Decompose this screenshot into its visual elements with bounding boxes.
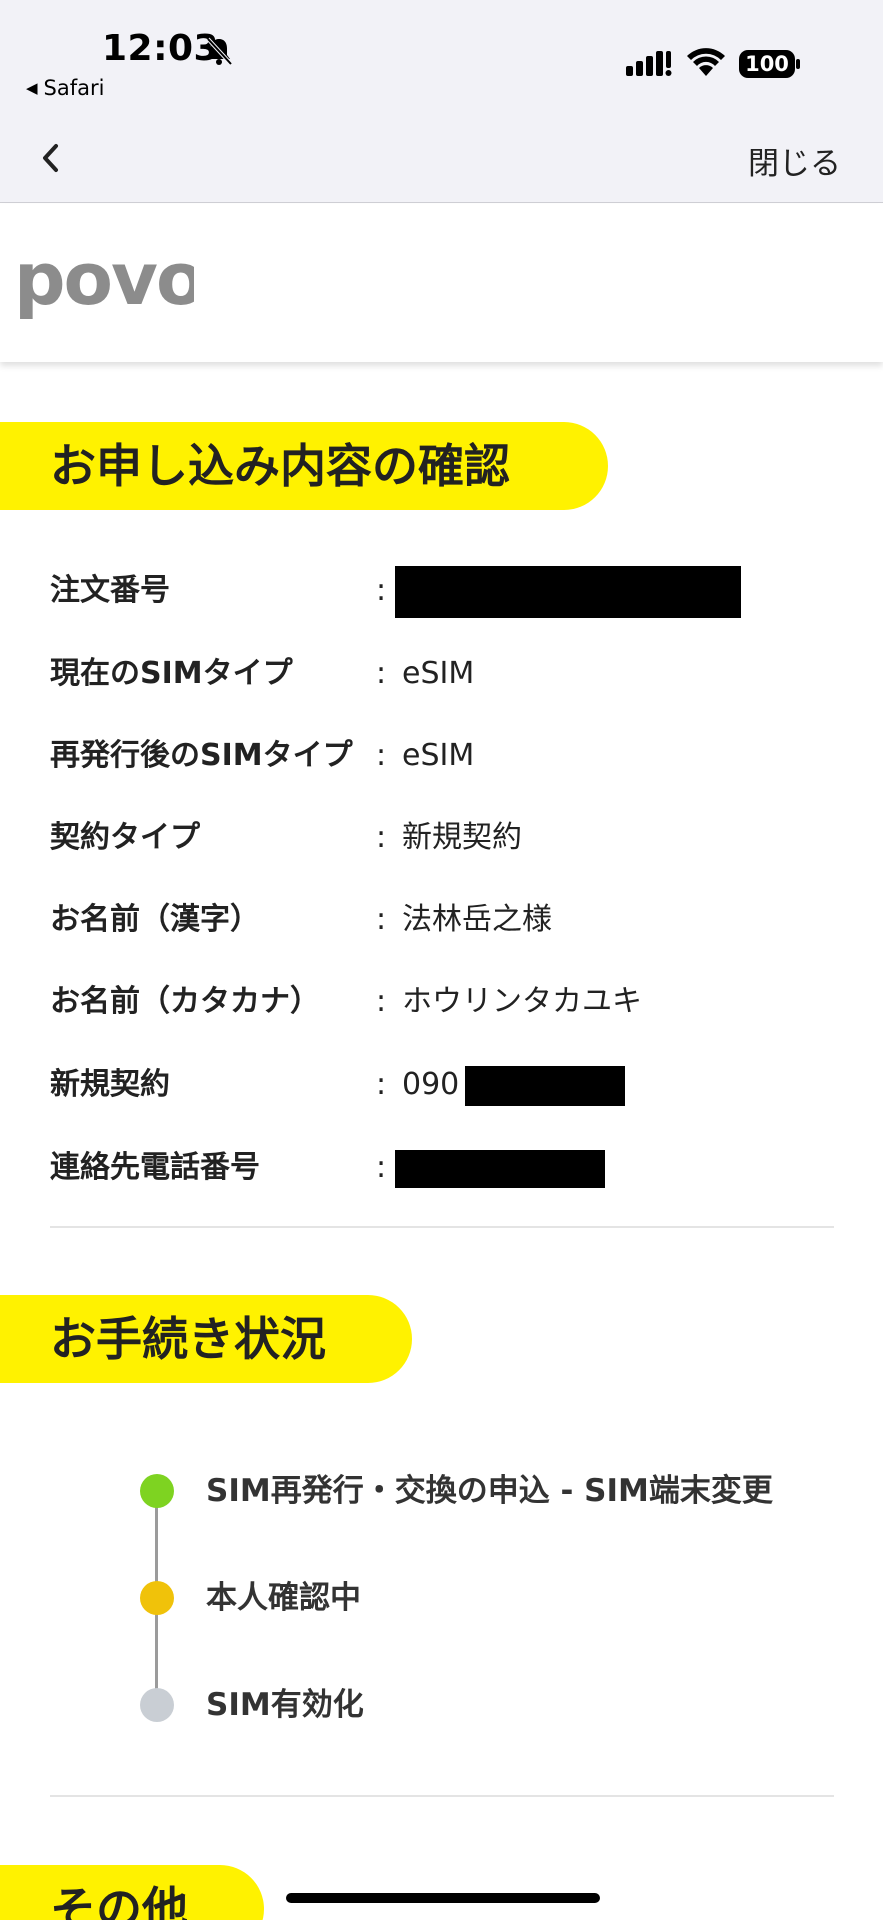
svg-text:povo: povo [14, 246, 194, 321]
row-colon: : [376, 902, 387, 937]
row-colon: : [376, 656, 387, 691]
row-colon: : [376, 984, 387, 1019]
redacted-block [395, 566, 741, 618]
info-row-name-katakana: お名前（カタカナ） : ホウリンタカユキ [50, 977, 850, 1027]
redacted-block [395, 1150, 605, 1188]
wifi-icon [687, 48, 725, 76]
browser-top-bar: 12:03 ◀ Safari 100 閉じる [0, 0, 883, 203]
close-button[interactable]: 閉じる [748, 138, 841, 183]
back-app-label: Safari [43, 76, 105, 100]
row-value: eSIM [402, 738, 475, 773]
row-value: ホウリンタカユキ [402, 984, 642, 1019]
row-label: 契約タイプ [50, 820, 200, 855]
redacted-block [465, 1066, 625, 1106]
row-label: 新規契約 [50, 1067, 170, 1102]
row-value: eSIM [402, 656, 475, 691]
cellular-signal-icon [626, 51, 672, 76]
povo-logo[interactable]: povo [14, 246, 194, 326]
row-label: 再発行後のSIMタイプ [50, 738, 353, 773]
row-value: 090 [402, 1067, 460, 1102]
step-label-identity-check: 本人確認中 [206, 1580, 361, 1616]
info-row-contract-type: 契約タイプ : 新規契約 [50, 813, 850, 863]
other-section-title: その他 [0, 1865, 264, 1920]
battery-indicator: 100 [739, 48, 801, 80]
step-pending-dot [140, 1688, 174, 1722]
row-colon: : [376, 1067, 387, 1102]
section-divider [50, 1795, 834, 1797]
silent-mode-icon [206, 37, 233, 66]
row-value: 法林岳之様 [402, 902, 552, 937]
info-row-order-number: 注文番号 : [50, 566, 850, 618]
site-header: povo [0, 204, 883, 362]
battery-level: 100 [745, 52, 789, 76]
step-label-application: SIM再発行・交換の申込 - SIM端末変更 [206, 1473, 773, 1509]
back-triangle-icon: ◀ [26, 79, 38, 97]
info-row-contact-phone: 連絡先電話番号 : [50, 1143, 850, 1193]
info-row-new-number: 新規契約 : 090 [50, 1060, 850, 1110]
info-row-current-sim-type: 現在のSIMタイプ : eSIM [50, 649, 850, 699]
row-label: 現在のSIMタイプ [50, 656, 293, 691]
row-label: 連絡先電話番号 [50, 1150, 260, 1185]
row-colon: : [376, 1150, 387, 1185]
row-colon: : [376, 738, 387, 773]
step-current-dot [140, 1581, 174, 1615]
confirm-section-title: お申し込み内容の確認 [0, 422, 608, 510]
step-done-dot [140, 1474, 174, 1508]
row-label: 注文番号 [50, 573, 170, 608]
section-divider [50, 1226, 834, 1228]
info-row-name-kanji: お名前（漢字） : 法林岳之様 [50, 895, 850, 945]
status-section-title: お手続き状況 [0, 1295, 412, 1383]
back-to-app-link[interactable]: ◀ Safari [26, 76, 104, 100]
status-time: 12:03 [102, 28, 220, 69]
row-label: お名前（カタカナ） [50, 984, 320, 1019]
row-colon: : [376, 573, 387, 608]
info-row-new-sim-type: 再発行後のSIMタイプ : eSIM [50, 731, 850, 781]
home-indicator[interactable] [286, 1893, 600, 1903]
row-colon: : [376, 820, 387, 855]
back-chevron-icon[interactable] [36, 140, 66, 176]
step-label-sim-activation: SIM有効化 [206, 1687, 364, 1723]
row-value: 新規契約 [402, 820, 522, 855]
row-label: お名前（漢字） [50, 902, 260, 937]
